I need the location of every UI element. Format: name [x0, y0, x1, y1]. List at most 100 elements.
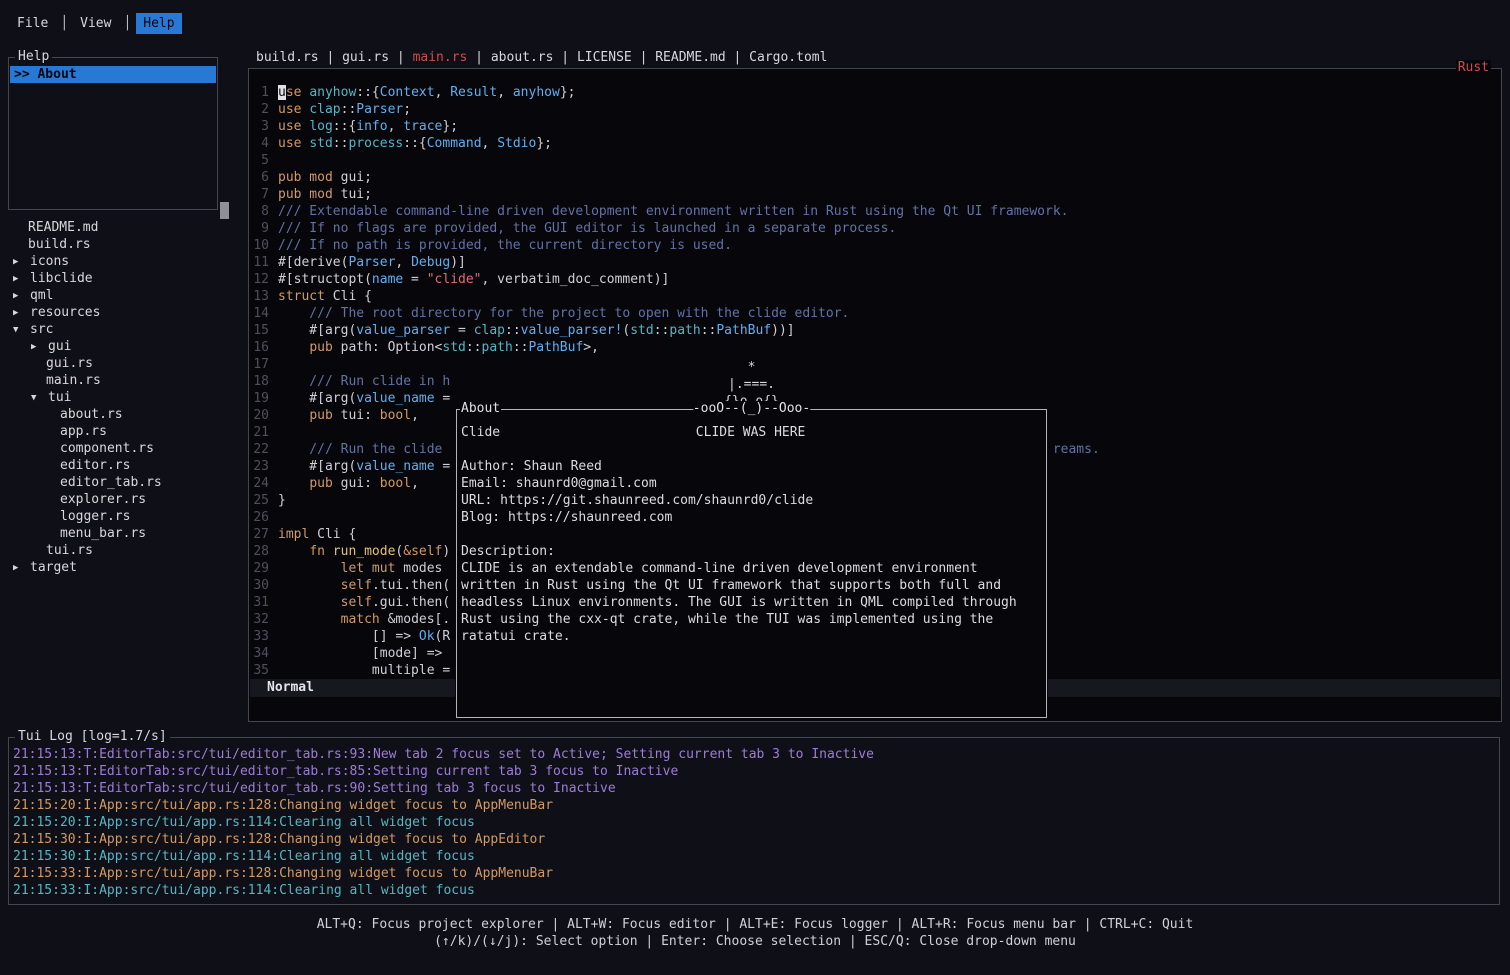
code-text: /// Extendable command-line driven devel…	[278, 203, 1069, 220]
chevron-right-icon: ▶	[13, 291, 30, 301]
tree-label: explorer.rs	[60, 492, 146, 507]
tree-item-libclide[interactable]: ▶libclide	[0, 270, 242, 287]
help-item-about[interactable]: >> About	[10, 66, 216, 83]
tree-item-about-rs[interactable]: about.rs	[0, 406, 242, 423]
tree-item-editor-tab-rs[interactable]: editor_tab.rs	[0, 474, 242, 491]
tree-label: tui	[48, 390, 71, 405]
code-text: use log::{info, trace};	[278, 118, 458, 135]
about-line: Author: Shaun Reed	[461, 458, 1042, 475]
tree-item-gui-rs[interactable]: gui.rs	[0, 355, 242, 372]
tree-item-editor-rs[interactable]: editor.rs	[0, 457, 242, 474]
line-number: 20	[251, 407, 269, 424]
line-number: 17	[251, 356, 269, 373]
tree-item-main-rs[interactable]: main.rs	[0, 372, 242, 389]
code-line: 7 pub mod tui;	[251, 186, 1499, 203]
code-text: #[arg(value_parser = clap::value_parser!…	[278, 322, 795, 339]
tab-readme-md[interactable]: README.md	[655, 50, 725, 65]
code-text: /// Run clide in h	[278, 373, 450, 390]
line-number: 34	[251, 645, 269, 662]
tree-label: component.rs	[60, 441, 154, 456]
tree-item-src[interactable]: ▼src	[0, 321, 242, 338]
tab-separator: |	[319, 50, 342, 65]
code-text: match &modes[.	[278, 611, 450, 628]
line-number: 26	[251, 509, 269, 526]
tree-label: main.rs	[46, 373, 101, 388]
project-explorer: README.mdbuild.rs▶icons▶libclide▶qml▶res…	[0, 219, 242, 576]
line-number: 25	[251, 492, 269, 509]
tab-about-rs[interactable]: about.rs	[491, 50, 554, 65]
tree-label: app.rs	[60, 424, 107, 439]
code-text: #[arg(value_name =	[278, 390, 450, 407]
tree-item-readme-md[interactable]: README.md	[0, 219, 242, 236]
line-number: 7	[251, 186, 269, 203]
line-number: 6	[251, 169, 269, 186]
tree-item-icons[interactable]: ▶icons	[0, 253, 242, 270]
tab-gui-rs[interactable]: gui.rs	[342, 50, 389, 65]
tab-separator: |	[632, 50, 655, 65]
code-text: pub mod gui;	[278, 169, 372, 186]
app-window: File│View│Help Help >> About README.mdbu…	[0, 0, 1510, 975]
tree-item-resources[interactable]: ▶resources	[0, 304, 242, 321]
code-line: 15 #[arg(value_parser = clap::value_pars…	[251, 322, 1499, 339]
line-number: 18	[251, 373, 269, 390]
tree-item-build-rs[interactable]: build.rs	[0, 236, 242, 253]
menu-item-help[interactable]: Help	[136, 13, 181, 34]
keybind-line-1: ALT+Q: Focus project explorer | ALT+W: F…	[0, 916, 1510, 933]
tree-label: qml	[30, 288, 53, 303]
code-text: [] => Ok(R	[278, 628, 450, 645]
keybind-bar: ALT+Q: Focus project explorer | ALT+W: F…	[0, 916, 1510, 950]
line-number: 19	[251, 390, 269, 407]
tree-item-tui[interactable]: ▼tui	[0, 389, 242, 406]
menu-separator: │	[60, 16, 68, 31]
tree-item-app-rs[interactable]: app.rs	[0, 423, 242, 440]
tree-item-qml[interactable]: ▶qml	[0, 287, 242, 304]
menu-separator: │	[123, 16, 131, 31]
tree-item-menu-bar-rs[interactable]: menu_bar.rs	[0, 525, 242, 542]
menu-item-view[interactable]: View	[73, 13, 118, 34]
code-text: fn run_mode(&self)	[278, 543, 450, 560]
log-line: 21:15:30:I:App:src/tui/app.rs:128:Changi…	[13, 831, 1495, 848]
code-text: pub mod tui;	[278, 186, 372, 203]
code-text: self.gui.then(	[278, 594, 450, 611]
tree-item-logger-rs[interactable]: logger.rs	[0, 508, 242, 525]
tree-item-component-rs[interactable]: component.rs	[0, 440, 242, 457]
line-number: 11	[251, 254, 269, 271]
code-text: let mut modes	[278, 560, 442, 577]
tree-item-explorer-rs[interactable]: explorer.rs	[0, 491, 242, 508]
about-line: written in Rust using the Qt UI framewor…	[461, 577, 1042, 594]
about-line: Blog: https://shaunreed.com	[461, 509, 1042, 526]
tab-main-rs[interactable]: main.rs	[413, 50, 468, 65]
code-text: }	[278, 492, 286, 509]
log-line: 21:15:13:T:EditorTab:src/tui/editor_tab.…	[13, 763, 1495, 780]
code-line: 10/// If no path is provided, the curren…	[251, 237, 1499, 254]
tree-label: gui	[48, 339, 71, 354]
log-lines: 21:15:13:T:EditorTab:src/tui/editor_tab.…	[13, 746, 1495, 899]
line-number: 21	[251, 424, 269, 441]
line-number: 13	[251, 288, 269, 305]
code-text: pub gui: bool,	[278, 475, 419, 492]
code-text: pub path: Option<std::path::PathBuf>,	[278, 339, 599, 356]
menu-item-file[interactable]: File	[10, 13, 55, 34]
tab-build-rs[interactable]: build.rs	[256, 50, 319, 65]
code-line: 6 pub mod gui;	[251, 169, 1499, 186]
language-label: Rust	[1456, 60, 1491, 75]
line-number: 15	[251, 322, 269, 339]
chevron-down-icon: ▼	[31, 393, 48, 403]
tree-label: src	[30, 322, 53, 337]
ascii-art-line: *	[455, 359, 1048, 376]
tab-cargo-toml[interactable]: Cargo.toml	[749, 50, 827, 65]
ascii-art-line: |.===.	[455, 376, 1048, 393]
line-number: 3	[251, 118, 269, 135]
code-line: 1use anyhow::{Context, Result, anyhow};	[251, 84, 1499, 101]
chevron-right-icon: ▶	[31, 342, 48, 352]
tree-item-target[interactable]: ▶target	[0, 559, 242, 576]
tree-item-gui[interactable]: ▶gui	[0, 338, 242, 355]
tab-license[interactable]: LICENSE	[577, 50, 632, 65]
tree-item-tui-rs[interactable]: tui.rs	[0, 542, 242, 559]
tree-label: target	[30, 560, 77, 575]
scrollbar-thumb[interactable]	[220, 202, 229, 219]
tab-separator: |	[467, 50, 490, 65]
tab-separator: |	[389, 50, 412, 65]
line-number: 10	[251, 237, 269, 254]
line-number: 35	[251, 662, 269, 679]
